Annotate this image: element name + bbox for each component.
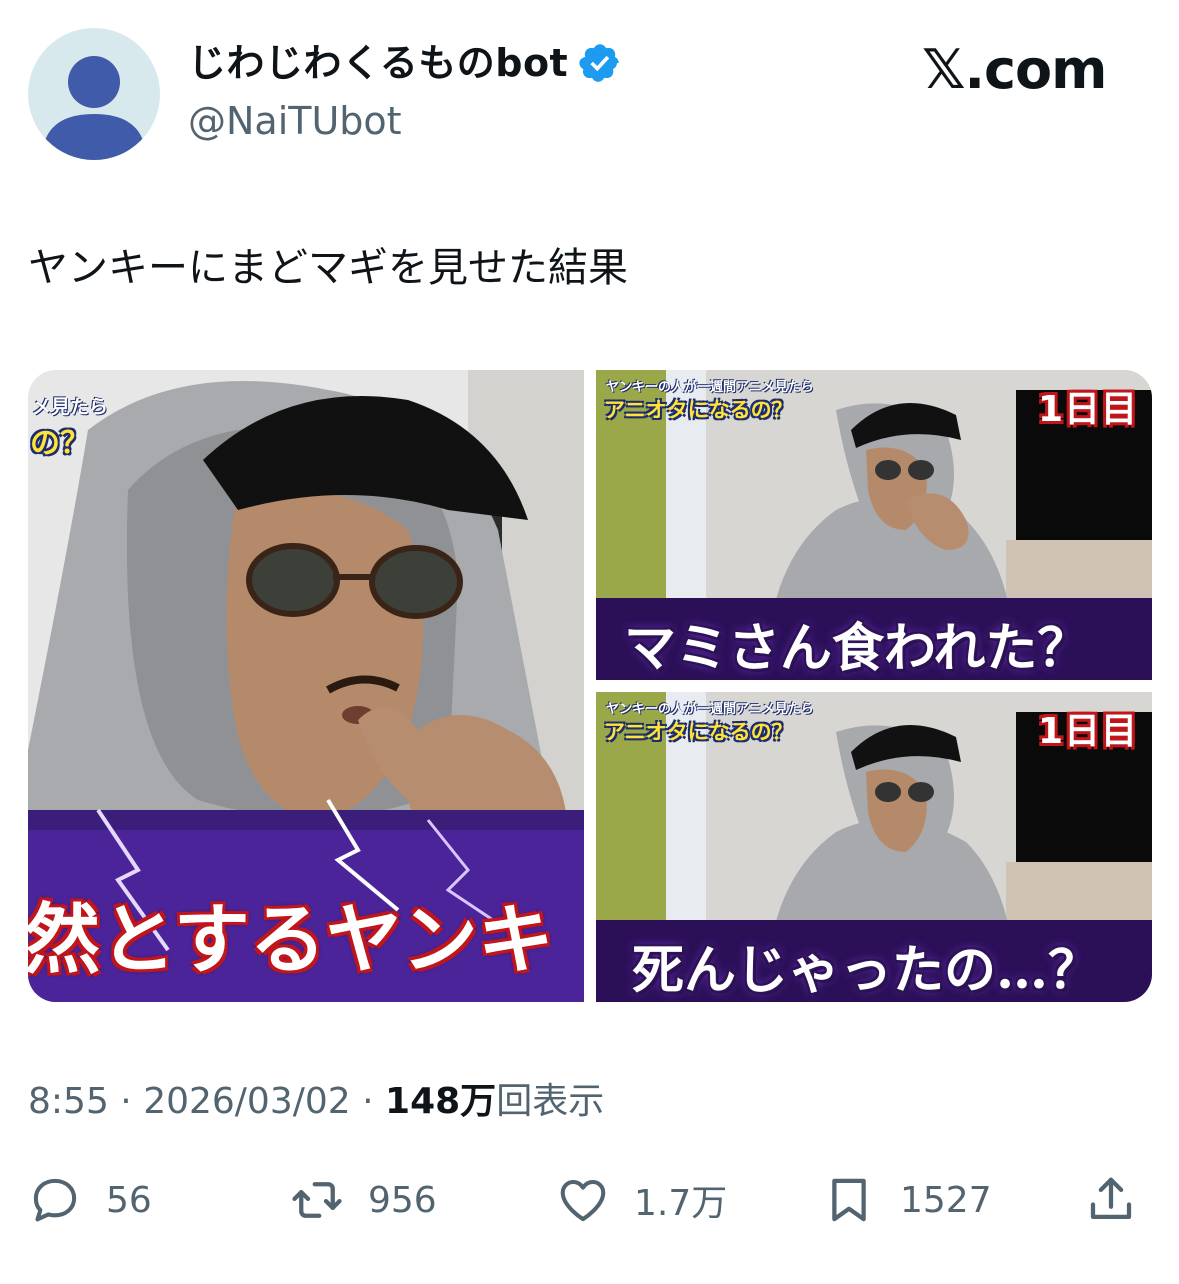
meta-separator: · xyxy=(108,1081,144,1122)
media-grid: メ見たら の？ 然とするヤンキ ヤンキーの人が一週間アニメ見たら アニオタになる… xyxy=(28,370,1152,1002)
display-name-row[interactable]: じわじわくるものbot xyxy=(188,38,622,88)
post-text: ヤンキーにまどマギを見せた結果 xyxy=(28,245,628,291)
media-image-1[interactable]: メ見たら の？ 然とするヤンキ xyxy=(28,370,584,1002)
telop-big: アニオタになるの？ xyxy=(604,720,793,744)
share-icon xyxy=(1090,1177,1132,1220)
repost-button[interactable]: 956 xyxy=(290,1168,437,1232)
repost-count: 956 xyxy=(368,1179,437,1221)
image-caption: マミさん食われた？ xyxy=(624,618,1090,679)
bookmark-button[interactable]: 1527 xyxy=(822,1168,992,1232)
reply-icon xyxy=(33,1178,77,1222)
day-badge: 1日目 xyxy=(1037,711,1138,752)
reply-count: 56 xyxy=(106,1179,152,1221)
media-image-2[interactable]: ヤンキーの人が一週間アニメ見たら アニオタになるの？ 1日目 マミさん食われた？ xyxy=(596,370,1152,680)
telop-big: アニオタになるの？ xyxy=(604,398,793,422)
telop-big: の？ xyxy=(30,426,90,461)
default-avatar-icon xyxy=(42,56,146,160)
image-caption: 然とするヤンキ xyxy=(28,895,554,984)
brand-logo: 𝕏.com xyxy=(922,38,1107,101)
telop-small: ヤンキーの人が一週間アニメ見たら xyxy=(606,380,814,395)
views-count: 148万 xyxy=(385,1081,497,1122)
post-date[interactable]: 2026/03/02 xyxy=(143,1081,351,1122)
verified-badge-icon xyxy=(579,44,620,82)
share-button[interactable] xyxy=(1084,1168,1138,1232)
image-caption: 死んじゃったの…？ xyxy=(632,940,1101,1001)
telop-small: メ見たら xyxy=(32,396,109,418)
handle[interactable]: @NaiTUbot xyxy=(188,96,402,146)
post-time[interactable]: 8:55 xyxy=(28,1081,109,1122)
bookmark-icon xyxy=(832,1178,866,1222)
heart-icon xyxy=(560,1179,606,1222)
telop-small: ヤンキーの人が一週間アニメ見たら xyxy=(606,702,814,717)
post-meta: 8:55 · 2026/03/02 · 148万回表示 xyxy=(28,1078,604,1126)
like-button[interactable]: 1.7万 xyxy=(556,1168,727,1232)
views-label: 回表示 xyxy=(496,1081,605,1122)
repost-icon xyxy=(292,1182,342,1218)
media-image-3[interactable]: ヤンキーの人が一週間アニメ見たら アニオタになるの？ 1日目 死んじゃったの…？ xyxy=(596,692,1152,1002)
like-count: 1.7万 xyxy=(634,1183,728,1224)
bookmark-count: 1527 xyxy=(900,1179,992,1221)
avatar[interactable] xyxy=(28,28,160,160)
meta-separator: · xyxy=(350,1081,386,1122)
reply-button[interactable]: 56 xyxy=(28,1168,152,1232)
display-name[interactable]: じわじわくるものbot xyxy=(188,38,568,88)
day-badge: 1日目 xyxy=(1037,389,1138,430)
